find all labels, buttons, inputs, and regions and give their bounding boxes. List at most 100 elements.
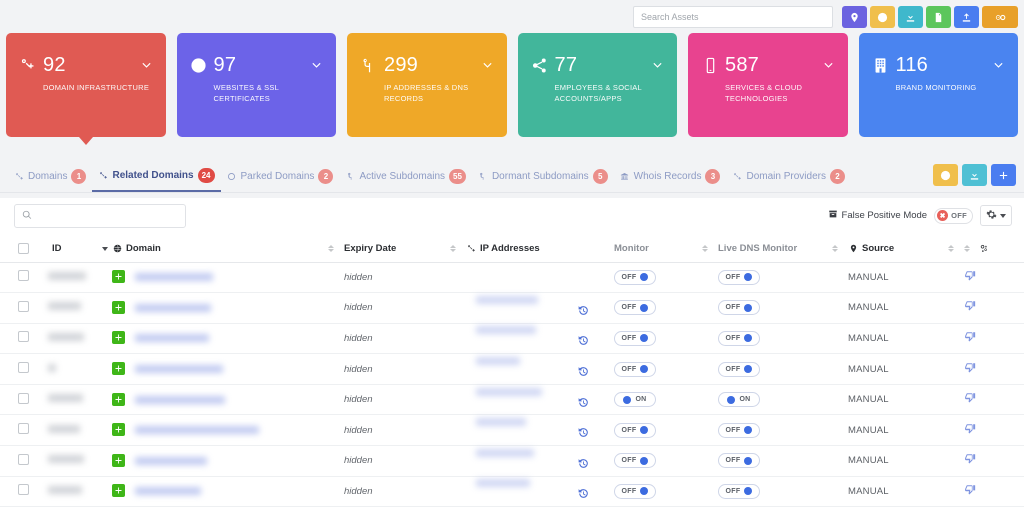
stat-card-2[interactable]: 299 IP ADDRESSES & DNS RECORDS: [347, 33, 507, 137]
false-positive-toggle[interactable]: ✖ OFF: [934, 207, 973, 224]
live-dns-toggle[interactable]: OFF: [718, 361, 760, 377]
thumbs-down-icon[interactable]: [964, 362, 976, 377]
monitor-toggle[interactable]: OFF: [614, 300, 656, 316]
table-row[interactable]: hidden ON ON MANUAL: [0, 384, 1024, 415]
live-dns-toggle[interactable]: ON: [718, 392, 760, 408]
ip-history-icon[interactable]: [577, 304, 590, 320]
ip-history-icon[interactable]: [577, 396, 590, 412]
chevron-down-icon[interactable]: [140, 58, 153, 71]
monitor-toggle[interactable]: OFF: [614, 361, 656, 377]
row-checkbox[interactable]: [18, 270, 29, 282]
col-header-source[interactable]: Source: [848, 236, 964, 263]
row-checkbox[interactable]: [18, 423, 29, 435]
monitor-toggle[interactable]: OFF: [614, 330, 656, 346]
sort-icon[interactable]: [702, 245, 708, 253]
col-header-monitor[interactable]: Monitor: [614, 236, 718, 263]
stat-card-5[interactable]: 116 BRAND MONITORING: [858, 33, 1018, 137]
monitor-toggle[interactable]: OFF: [614, 483, 656, 499]
chevron-down-icon[interactable]: [481, 58, 494, 71]
expand-row-button[interactable]: [112, 331, 125, 345]
thumbs-down-icon[interactable]: [964, 485, 976, 499]
sort-desc-icon[interactable]: [101, 246, 108, 251]
row-checkbox[interactable]: [18, 331, 29, 343]
live-dns-toggle[interactable]: OFF: [718, 453, 760, 469]
expand-row-button[interactable]: [112, 484, 125, 498]
expand-row-button[interactable]: [112, 423, 125, 437]
location-pin-button[interactable]: [842, 6, 867, 28]
stat-card-1[interactable]: 97 WEBSITES & SSL CERTIFICATES: [176, 33, 336, 137]
monitor-toggle[interactable]: ON: [614, 392, 656, 408]
tab-domain-providers[interactable]: Domain Providers 2: [726, 160, 850, 192]
table-row[interactable]: hidden OFF OFF MANUAL: [0, 446, 1024, 477]
ip-history-icon[interactable]: [577, 365, 590, 381]
tab-whois-records[interactable]: Whois Records 3: [614, 160, 727, 192]
add-action-button[interactable]: [991, 164, 1016, 186]
credits-button[interactable]: [982, 6, 1018, 28]
chevron-down-icon[interactable]: [310, 58, 323, 71]
sort-icon[interactable]: [450, 245, 456, 253]
col-header-livedns[interactable]: Live DNS Monitor: [718, 236, 848, 263]
tab-parked-domains[interactable]: Parked Domains 2: [221, 160, 340, 192]
col-header-domain[interactable]: Domain: [112, 236, 344, 263]
monitor-toggle[interactable]: OFF: [614, 269, 656, 285]
chevron-down-icon[interactable]: [822, 58, 835, 71]
tab-domains[interactable]: Domains 1: [8, 160, 92, 192]
thumbs-down-icon[interactable]: [964, 393, 976, 407]
tab-related-domains[interactable]: Related Domains 24: [92, 160, 221, 192]
download-action-button[interactable]: [962, 164, 987, 186]
monitor-toggle[interactable]: OFF: [614, 453, 656, 469]
info-action-button[interactable]: [933, 164, 958, 186]
live-dns-toggle[interactable]: OFF: [718, 269, 760, 285]
chevron-down-icon[interactable]: [992, 58, 1005, 71]
live-dns-toggle[interactable]: OFF: [718, 483, 760, 499]
row-checkbox[interactable]: [18, 453, 29, 465]
search-assets-input[interactable]: [633, 6, 833, 28]
report-file-button[interactable]: [926, 6, 951, 28]
tab-active-subdomains[interactable]: Active Subdomains 55: [339, 160, 472, 192]
stat-card-3[interactable]: 77 EMPLOYEES & SOCIAL ACCOUNTS/APPS: [517, 33, 677, 137]
table-row[interactable]: hidden OFF OFF MANUAL: [0, 476, 1024, 507]
expand-row-button[interactable]: [112, 300, 125, 314]
live-dns-toggle[interactable]: OFF: [718, 330, 760, 346]
row-checkbox[interactable]: [18, 300, 29, 312]
ip-history-icon[interactable]: [577, 426, 590, 442]
table-row[interactable]: hidden OFF OFF MANUAL: [0, 293, 1024, 324]
expand-row-button[interactable]: [112, 453, 125, 467]
table-row[interactable]: hidden OFF OFF MANUAL: [0, 262, 1024, 293]
col-header-id[interactable]: ID: [40, 236, 112, 263]
stat-card-4[interactable]: 587 SERVICES & CLOUD TECHNOLOGIES: [688, 33, 848, 137]
sort-icon[interactable]: [832, 245, 838, 253]
ip-history-icon[interactable]: [577, 457, 590, 473]
column-settings-button[interactable]: [980, 205, 1012, 226]
table-search-input[interactable]: [38, 210, 178, 222]
info-button[interactable]: [870, 6, 895, 28]
row-checkbox[interactable]: [18, 484, 29, 496]
table-row[interactable]: hidden OFF OFF MANUAL: [0, 323, 1024, 354]
col-header-expiry[interactable]: Expiry Date: [344, 236, 466, 263]
ip-history-icon[interactable]: [577, 334, 590, 350]
select-all-checkbox[interactable]: [18, 243, 29, 255]
thumbs-down-icon[interactable]: [964, 424, 976, 438]
stat-card-0[interactable]: 92 DOMAIN INFRASTRUCTURE: [6, 33, 166, 145]
monitor-toggle[interactable]: OFF: [614, 422, 656, 438]
sort-icon[interactable]: [948, 245, 954, 253]
download-button[interactable]: [898, 6, 923, 28]
expand-row-button[interactable]: [112, 362, 125, 376]
expand-row-button[interactable]: [112, 270, 125, 284]
row-checkbox[interactable]: [18, 362, 29, 374]
tab-dormant-subdomains[interactable]: Dormant Subdomains 5: [472, 160, 614, 192]
thumbs-down-icon[interactable]: [964, 332, 976, 346]
sort-icon[interactable]: [328, 245, 334, 253]
thumbs-down-icon[interactable]: [964, 454, 976, 468]
thumbs-down-icon[interactable]: [964, 271, 976, 285]
chevron-down-icon[interactable]: [651, 58, 664, 71]
table-row[interactable]: hidden OFF OFF MANUAL: [0, 354, 1024, 385]
ip-history-icon[interactable]: [577, 487, 590, 503]
thumbs-down-icon[interactable]: [964, 301, 976, 315]
expand-row-button[interactable]: [112, 392, 125, 406]
upload-button[interactable]: [954, 6, 979, 28]
table-search-box[interactable]: [14, 204, 186, 228]
live-dns-toggle[interactable]: OFF: [718, 422, 760, 438]
live-dns-toggle[interactable]: OFF: [718, 300, 760, 316]
row-checkbox[interactable]: [18, 392, 29, 404]
